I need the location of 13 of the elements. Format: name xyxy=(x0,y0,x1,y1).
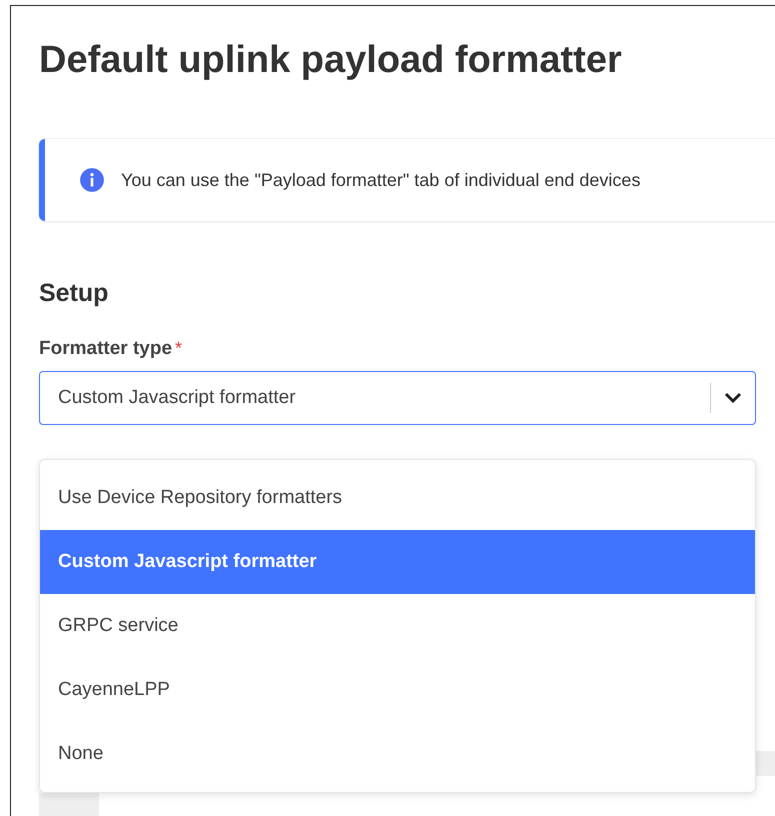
info-text: You can use the "Payload formatter" tab of individual end devices xyxy=(121,168,640,192)
info-icon xyxy=(79,167,105,193)
required-mark: * xyxy=(175,336,182,360)
dropdown-option[interactable]: Use Device Repository formatters xyxy=(40,466,755,530)
field-label: Formatter type xyxy=(39,336,172,360)
dropdown-option[interactable]: GRPC service xyxy=(40,594,755,658)
dropdown-option[interactable]: Custom Javascript formatter xyxy=(40,530,755,594)
page-title: Default uplink payload formatter xyxy=(39,38,623,83)
dropdown-option[interactable]: None xyxy=(40,722,755,786)
formatter-type-select[interactable]: Custom Javascript formatter xyxy=(39,371,756,425)
chevron-down-icon xyxy=(723,391,743,405)
dropdown-option[interactable]: CayenneLPP xyxy=(40,658,755,722)
section-title: Setup xyxy=(39,278,110,309)
